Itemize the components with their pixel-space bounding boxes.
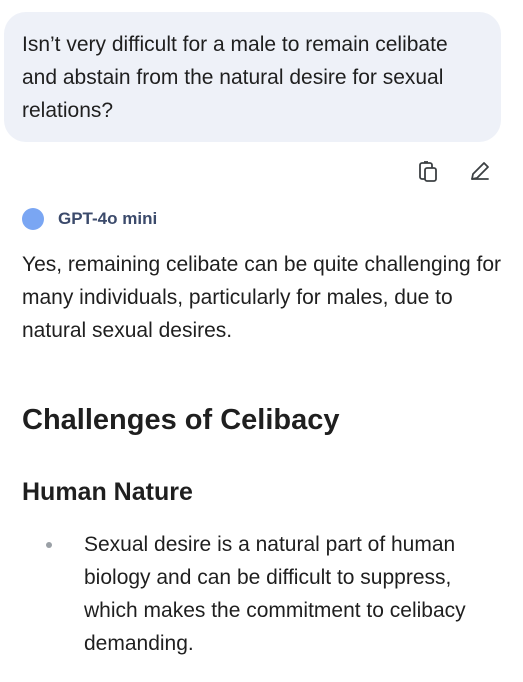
user-message-bubble: Isn’t very difficult for a male to remai… (4, 12, 501, 142)
edit-button[interactable] (467, 158, 493, 184)
bullet-text: Sexual desire is a natural part of human… (84, 533, 466, 655)
model-avatar (22, 208, 44, 230)
assistant-heading: Challenges of Celibacy (22, 404, 340, 436)
message-actions (415, 158, 493, 184)
user-message-text: Isn’t very difficult for a male to remai… (22, 33, 448, 122)
copy-button[interactable] (415, 158, 441, 184)
model-header: GPT-4o mini (22, 208, 157, 230)
assistant-bullet-list: Sexual desire is a natural part of human… (0, 528, 523, 660)
model-name[interactable]: GPT-4o mini (58, 209, 157, 229)
edit-pencil-icon (471, 162, 489, 180)
bullet-icon (46, 542, 52, 548)
copy-icon (419, 161, 437, 182)
assistant-intro-text: Yes, remaining celibate can be quite cha… (22, 253, 502, 342)
list-item: Sexual desire is a natural part of human… (0, 528, 504, 660)
assistant-subheading: Human Nature (22, 478, 193, 506)
